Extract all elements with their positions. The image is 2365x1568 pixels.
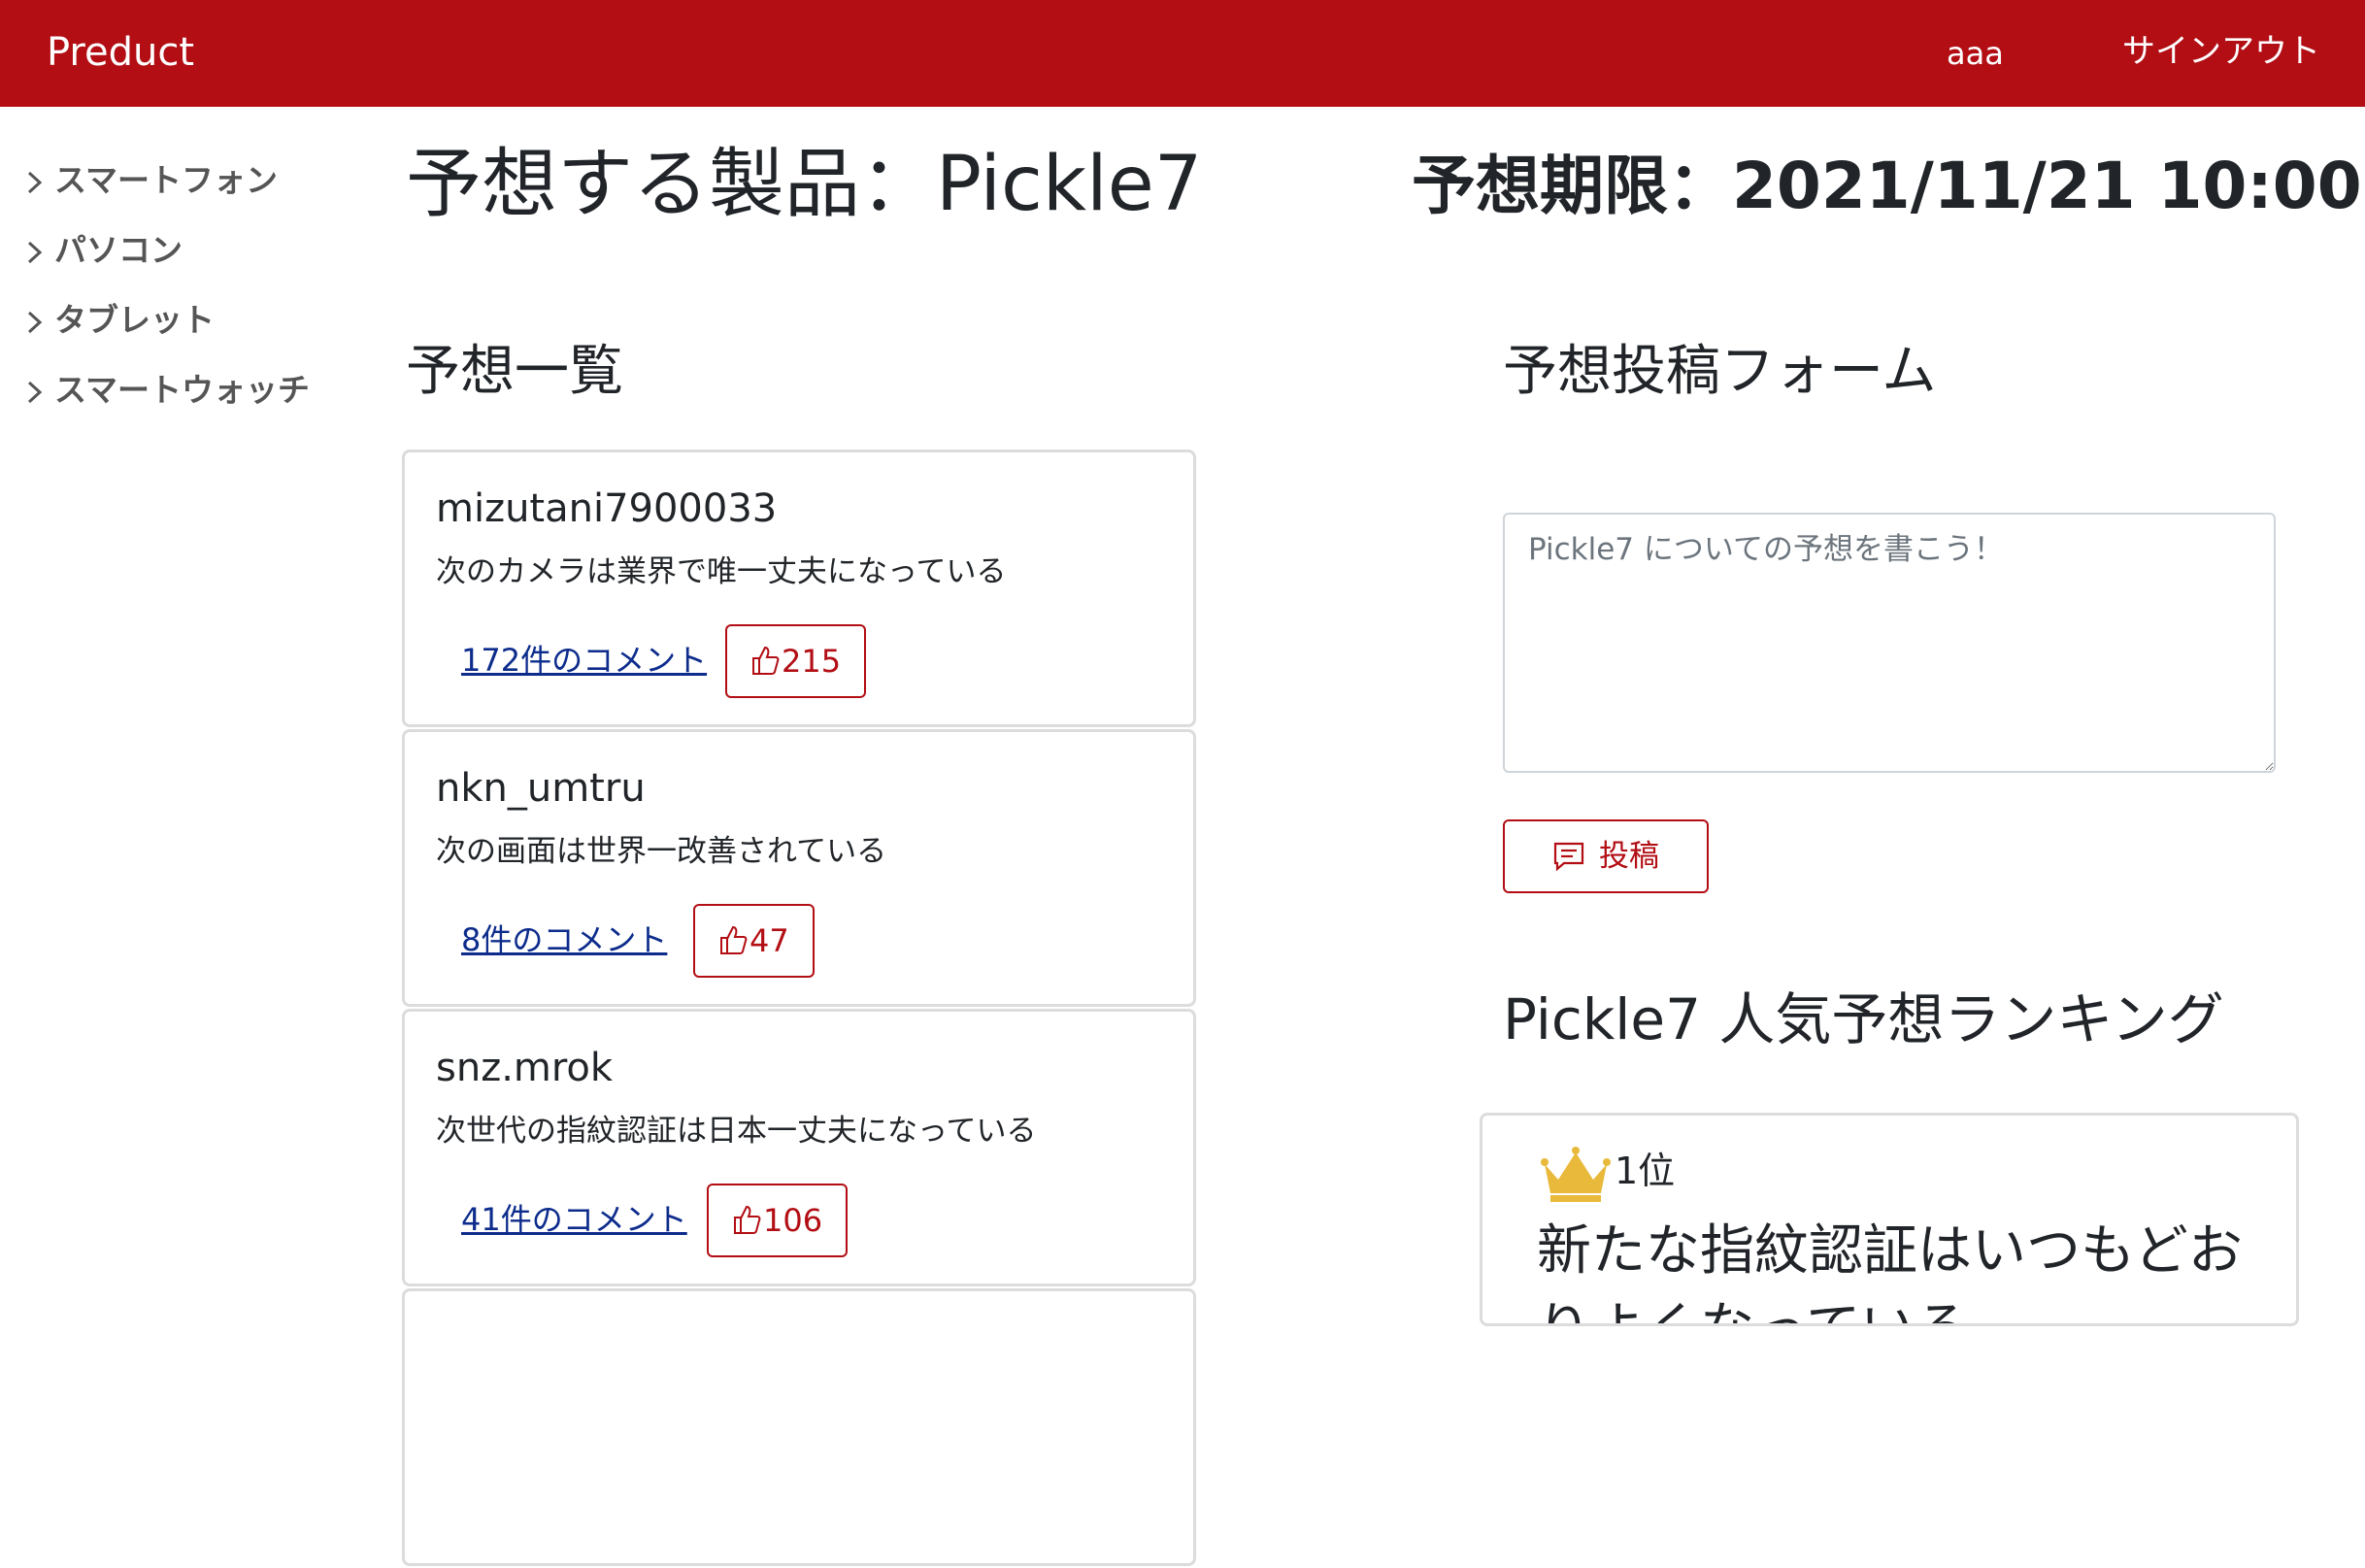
like-count: 215 — [782, 643, 842, 680]
chevron-right-icon — [27, 241, 43, 264]
sidebar-item-label: パソコン — [54, 231, 183, 269]
chat-bubble-icon — [1553, 842, 1584, 872]
like-button[interactable]: 47 — [693, 904, 815, 978]
sidebar-item-smartphone[interactable]: スマートフォン — [23, 150, 344, 219]
ranking-heading: Pickle7 人気予想ランキング — [1503, 986, 2224, 1052]
chevron-right-icon — [27, 311, 43, 334]
form-heading: 予想投稿フォーム — [1503, 340, 1937, 403]
nav-username[interactable]: aaa — [1947, 31, 2004, 76]
prediction-card-partial — [402, 1288, 1196, 1566]
top-navbar: Preduct aaa サインアウト — [0, 0, 2365, 107]
prediction-text: 次世代の指紋認証は日本一丈夫になっている — [436, 1114, 1037, 1149]
thumbs-up-icon — [720, 925, 748, 954]
chevron-right-icon — [27, 381, 43, 404]
brand-logo[interactable]: Preduct — [47, 25, 194, 80]
prediction-username[interactable]: nkn_umtru — [436, 761, 646, 816]
post-button-label: 投稿 — [1599, 839, 1659, 874]
comments-link[interactable]: 8件のコメント — [461, 917, 667, 963]
comments-link[interactable]: 172件のコメント — [461, 637, 707, 684]
like-button[interactable]: 106 — [707, 1184, 849, 1257]
post-button[interactable]: 投稿 — [1503, 819, 1709, 893]
prediction-username[interactable]: snz.mrok — [436, 1041, 613, 1095]
prediction-card: nkn_umtru 次の画面は世界一改善されている 8件のコメント 47 — [402, 729, 1196, 1007]
crown-icon — [1541, 1147, 1611, 1202]
prediction-input[interactable] — [1503, 513, 2276, 773]
like-count: 47 — [749, 922, 789, 959]
sidebar-item-label: スマートフォン — [54, 161, 279, 199]
sidebar-item-smartwatch[interactable]: スマートウォッチ — [23, 359, 344, 429]
sidebar-item-label: スマートウォッチ — [54, 371, 311, 409]
ranking-position: 1位 — [1615, 1150, 1676, 1192]
prediction-text: 次のカメラは業界で唯一丈夫になっている — [436, 554, 1007, 589]
like-button[interactable]: 215 — [725, 624, 867, 698]
predictions-heading: 予想一覧 — [406, 340, 623, 403]
comments-link[interactable]: 41件のコメント — [461, 1196, 687, 1243]
sidebar-item-label: タブレット — [54, 301, 215, 339]
sidebar-item-tablet[interactable]: タブレット — [23, 289, 344, 359]
sidebar-item-pc[interactable]: パソコン — [23, 219, 344, 289]
chevron-right-icon — [27, 171, 43, 194]
page-title: 予想する製品：Pickle7 — [406, 141, 1203, 228]
ranking-prediction-text: 新たな指紋認証はいつもどおりよくなっている — [1537, 1219, 2243, 1323]
prediction-text: 次の画面は世界一改善されている — [436, 834, 887, 869]
thumbs-up-icon — [752, 646, 780, 675]
prediction-list: mizutani7900033 次のカメラは業界で唯一丈夫になっている 172件… — [402, 450, 1196, 1568]
category-sidebar: スマートフォン パソコン タブレット スマートウォッチ — [23, 150, 344, 429]
prediction-card: mizutani7900033 次のカメラは業界で唯一丈夫になっている 172件… — [402, 450, 1196, 727]
prediction-deadline: 予想期限：2021/11/21 10:00 — [1412, 149, 2362, 223]
signout-link[interactable]: サインアウト — [2122, 27, 2320, 76]
thumbs-up-icon — [734, 1205, 761, 1234]
like-count: 106 — [763, 1202, 823, 1239]
prediction-card: snz.mrok 次世代の指紋認証は日本一丈夫になっている 41件のコメント 1… — [402, 1009, 1196, 1286]
prediction-username[interactable]: mizutani7900033 — [436, 482, 777, 536]
ranking-card: 1位 新たな指紋認証はいつもどおりよくなっている — [1480, 1113, 2299, 1326]
